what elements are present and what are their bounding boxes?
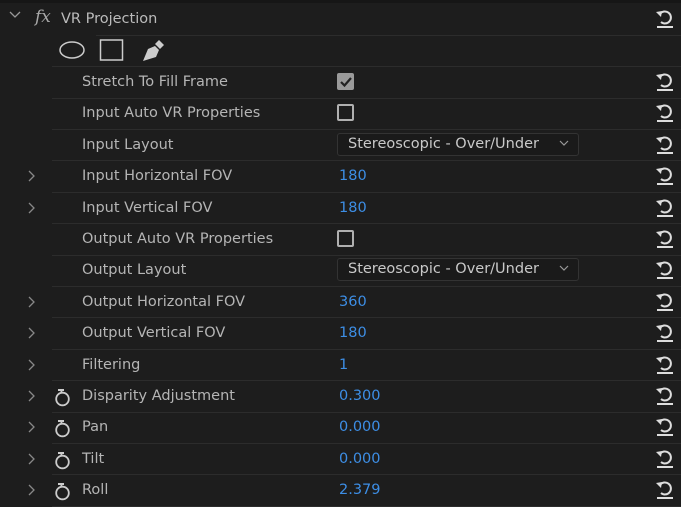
mask-tools-row	[0, 36, 681, 67]
property-row-input-vertical-fov: Input Vertical FOV 180	[0, 193, 681, 225]
property-row-output-auto-vr-properties: Output Auto VR Properties	[0, 224, 681, 256]
property-row-input-auto-vr-properties: Input Auto VR Properties	[0, 98, 681, 130]
property-row-stretch-to-fill-frame: Stretch To Fill Frame	[0, 67, 681, 99]
reset-icon[interactable]	[655, 70, 675, 92]
tilt-value[interactable]: 0.000	[339, 451, 381, 467]
chevron-right-icon[interactable]	[26, 483, 38, 496]
pen-mask-icon[interactable]	[140, 38, 166, 64]
stopwatch-icon[interactable]	[54, 482, 71, 501]
property-label: Roll	[82, 482, 109, 499]
reset-icon[interactable]	[655, 478, 675, 500]
panel-top-border	[0, 0, 681, 3]
fx-icon[interactable]: fx	[35, 7, 51, 27]
output-vertical-fov-value[interactable]: 180	[339, 325, 367, 341]
pan-value[interactable]: 0.000	[339, 419, 381, 435]
output-auto-vr-properties-checkbox[interactable]	[337, 230, 354, 247]
ellipse-mask-icon[interactable]	[59, 40, 87, 60]
property-row-tilt: Tilt 0.000	[0, 444, 681, 476]
stopwatch-icon[interactable]	[54, 419, 71, 438]
property-row-roll: Roll 2.379	[0, 475, 681, 507]
property-row-output-layout: Output Layout Stereoscopic - Over/Under	[0, 255, 681, 287]
effect-title: VR Projection	[61, 11, 158, 27]
chevron-right-icon[interactable]	[26, 295, 38, 308]
stretch-to-fill-frame-checkbox[interactable]	[337, 73, 354, 90]
chevron-down-icon	[558, 134, 570, 155]
stopwatch-icon[interactable]	[54, 451, 71, 470]
dropdown-value: Stereoscopic - Over/Under	[348, 135, 539, 152]
output-horizontal-fov-value[interactable]: 360	[339, 294, 367, 310]
input-vertical-fov-value[interactable]: 180	[339, 200, 367, 216]
property-label: Input Layout	[82, 136, 174, 153]
property-label: Input Auto VR Properties	[82, 105, 261, 122]
roll-value[interactable]: 2.379	[339, 482, 381, 498]
chevron-right-icon[interactable]	[26, 420, 38, 433]
reset-icon[interactable]	[655, 384, 675, 406]
property-row-input-layout: Input Layout Stereoscopic - Over/Under	[0, 130, 681, 162]
chevron-down-icon	[558, 259, 570, 280]
reset-icon[interactable]	[655, 353, 675, 375]
reset-icon[interactable]	[655, 164, 675, 186]
output-layout-dropdown[interactable]: Stereoscopic - Over/Under	[337, 258, 579, 282]
property-label: Input Vertical FOV	[82, 199, 213, 216]
property-label: Output Vertical FOV	[82, 325, 226, 342]
rectangle-mask-icon[interactable]	[99, 38, 125, 62]
property-label: Output Horizontal FOV	[82, 293, 246, 310]
chevron-right-icon[interactable]	[26, 201, 38, 214]
property-label: Filtering	[82, 356, 141, 373]
effect-header[interactable]: fx VR Projection	[0, 4, 681, 36]
property-label: Pan	[82, 419, 109, 436]
property-row-output-vertical-fov: Output Vertical FOV 180	[0, 318, 681, 350]
reset-icon[interactable]	[655, 321, 675, 343]
filtering-value[interactable]: 1	[339, 357, 348, 373]
property-label: Disparity Adjustment	[82, 388, 235, 404]
property-label: Stretch To Fill Frame	[82, 74, 228, 90]
stopwatch-icon[interactable]	[54, 388, 71, 407]
reset-icon[interactable]	[655, 7, 675, 29]
property-row-output-horizontal-fov: Output Horizontal FOV 360	[0, 287, 681, 319]
input-auto-vr-properties-checkbox[interactable]	[337, 104, 354, 122]
reset-icon[interactable]	[655, 227, 675, 249]
property-row-disparity-adjustment: Disparity Adjustment 0.300	[0, 381, 681, 413]
reset-icon[interactable]	[655, 415, 675, 437]
property-label: Output Layout	[82, 262, 187, 279]
chevron-right-icon[interactable]	[26, 389, 38, 402]
property-label: Input Horizontal FOV	[82, 168, 233, 185]
chevron-down-icon[interactable]	[8, 10, 21, 22]
property-label: Tilt	[82, 450, 105, 467]
input-layout-dropdown[interactable]: Stereoscopic - Over/Under	[337, 132, 579, 156]
disparity-adjustment-value[interactable]: 0.300	[339, 388, 381, 404]
reset-icon[interactable]	[655, 101, 675, 123]
chevron-right-icon[interactable]	[26, 358, 38, 371]
property-label: Output Auto VR Properties	[82, 231, 274, 247]
chevron-right-icon[interactable]	[26, 326, 38, 339]
chevron-right-icon[interactable]	[26, 169, 38, 182]
property-row-input-horizontal-fov: Input Horizontal FOV 180	[0, 161, 681, 193]
dropdown-value: Stereoscopic - Over/Under	[348, 261, 539, 278]
reset-icon[interactable]	[655, 447, 675, 469]
input-horizontal-fov-value[interactable]: 180	[339, 168, 367, 184]
chevron-right-icon[interactable]	[26, 452, 38, 465]
reset-icon[interactable]	[655, 133, 675, 155]
reset-icon[interactable]	[655, 196, 675, 218]
property-row-filtering: Filtering 1	[0, 350, 681, 382]
checkmark-icon	[340, 77, 352, 88]
reset-icon[interactable]	[655, 258, 675, 280]
property-row-pan: Pan 0.000	[0, 412, 681, 444]
reset-icon[interactable]	[655, 290, 675, 312]
